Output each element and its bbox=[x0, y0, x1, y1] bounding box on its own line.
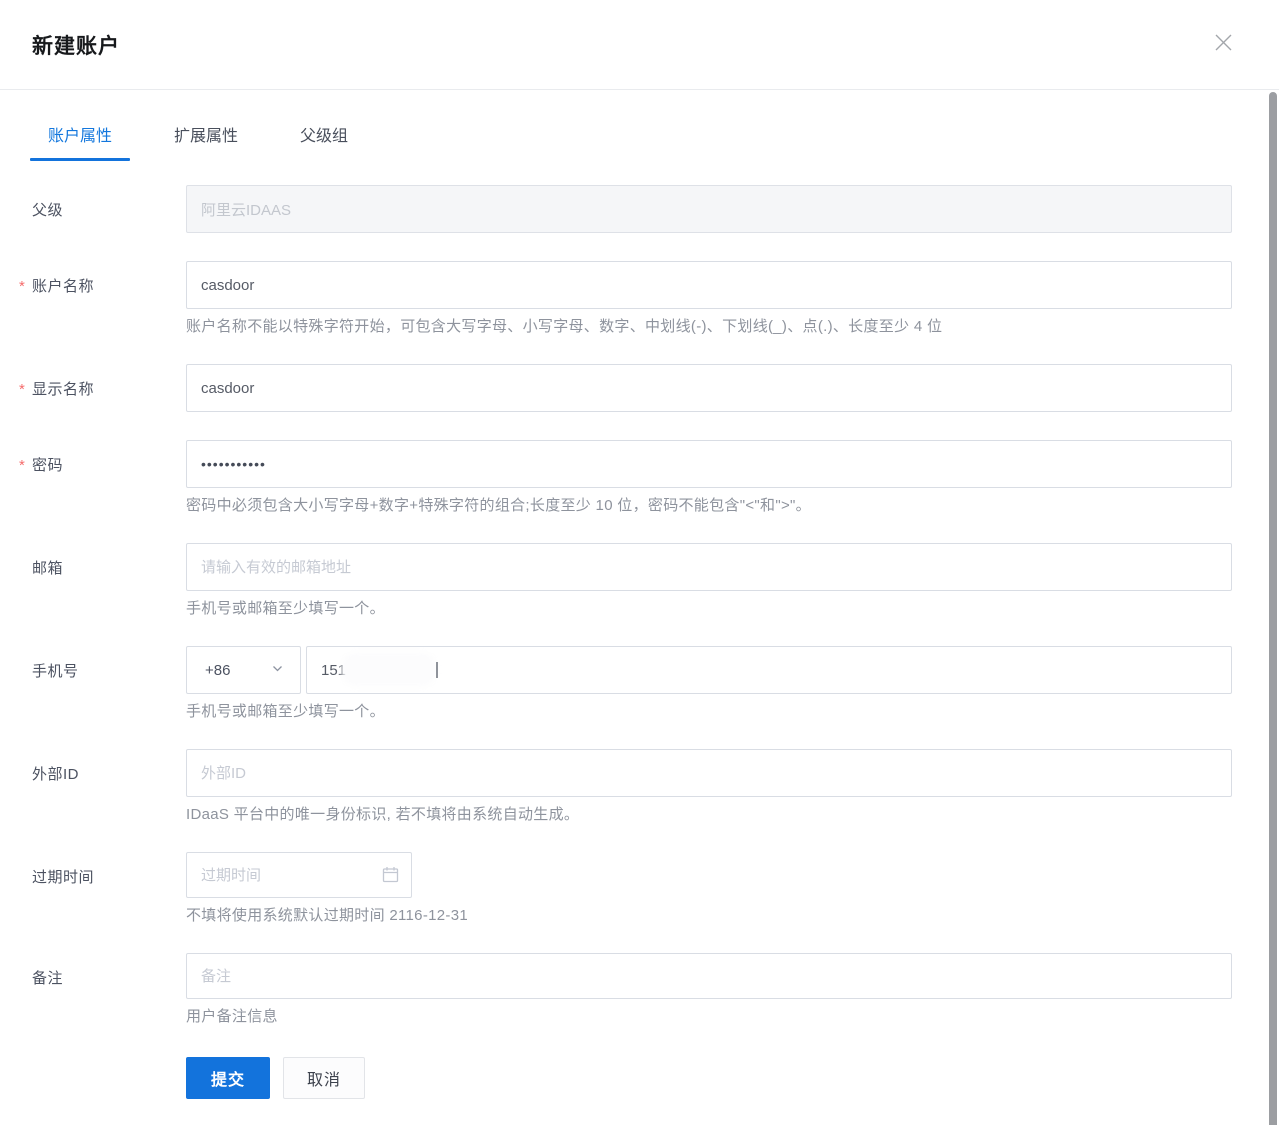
account-name-input[interactable] bbox=[186, 261, 1232, 309]
form-row-display-name: * 显示名称 bbox=[0, 364, 1279, 412]
chevron-down-icon bbox=[271, 662, 284, 679]
country-code-value: +86 bbox=[205, 662, 230, 679]
submit-button[interactable]: 提交 bbox=[186, 1057, 270, 1099]
scrollbar-track[interactable] bbox=[1268, 90, 1278, 1125]
email-help: 手机号或邮箱至少填写一个。 bbox=[186, 599, 1232, 618]
phone-input[interactable] bbox=[306, 646, 1232, 694]
tab-extended-properties[interactable]: 扩展属性 bbox=[156, 114, 256, 161]
email-input[interactable] bbox=[186, 543, 1232, 591]
expire-time-help: 不填将使用系统默认过期时间 2116-12-31 bbox=[186, 906, 1232, 925]
close-icon bbox=[1214, 33, 1233, 57]
phone-label: 手机号 bbox=[0, 646, 186, 721]
form-row-account-name: * 账户名称 账户名称不能以特殊字符开始，可包含大写字母、小写字母、数字、中划线… bbox=[0, 261, 1279, 336]
display-name-label: * 显示名称 bbox=[0, 364, 186, 412]
close-button[interactable] bbox=[1211, 33, 1235, 57]
form-row-remark: 备注 用户备注信息 bbox=[0, 953, 1279, 1026]
account-name-help: 账户名称不能以特殊字符开始，可包含大写字母、小写字母、数字、中划线(-)、下划线… bbox=[186, 317, 1232, 336]
form-row-external-id: 外部ID IDaaS 平台中的唯一身份标识, 若不填将由系统自动生成。 bbox=[0, 749, 1279, 824]
scrollbar-thumb[interactable] bbox=[1269, 92, 1277, 1125]
remark-input[interactable] bbox=[186, 953, 1232, 999]
parent-input bbox=[186, 185, 1232, 233]
modal-header: 新建账户 bbox=[0, 0, 1279, 90]
remark-label: 备注 bbox=[0, 953, 186, 1026]
modal-title: 新建账户 bbox=[32, 30, 120, 60]
form-row-expire-time: 过期时间 不填将使用系统默认过期时间 2116-12-31 bbox=[0, 852, 1279, 925]
tab-bar: 账户属性 扩展属性 父级组 bbox=[30, 114, 1279, 161]
parent-label: 父级 bbox=[0, 185, 186, 233]
remark-help: 用户备注信息 bbox=[186, 1007, 1232, 1026]
display-name-input[interactable] bbox=[186, 364, 1232, 412]
country-code-select[interactable]: +86 bbox=[186, 646, 301, 694]
tab-account-properties[interactable]: 账户属性 bbox=[30, 114, 130, 161]
new-account-form: 父级 * 账户名称 账户名称不能以特殊字符开始，可包含大写字母、小写字母、数字、… bbox=[0, 185, 1279, 1099]
form-actions: 提交 取消 bbox=[186, 1057, 1279, 1099]
phone-help: 手机号或邮箱至少填写一个。 bbox=[186, 702, 1232, 721]
required-marker: * bbox=[19, 278, 25, 295]
password-help: 密码中必须包含大小写字母+数字+特殊字符的组合;长度至少 10 位，密码不能包含… bbox=[186, 496, 1232, 515]
password-label: * 密码 bbox=[0, 440, 186, 515]
cancel-button[interactable]: 取消 bbox=[283, 1057, 365, 1099]
external-id-input[interactable] bbox=[186, 749, 1232, 797]
external-id-label: 外部ID bbox=[0, 749, 186, 824]
tab-parent-group[interactable]: 父级组 bbox=[282, 114, 366, 161]
required-marker: * bbox=[19, 381, 25, 398]
form-row-password: * 密码 密码中必须包含大小写字母+数字+特殊字符的组合;长度至少 10 位，密… bbox=[0, 440, 1279, 515]
account-name-label: * 账户名称 bbox=[0, 261, 186, 336]
form-row-phone: 手机号 +86 手机号或邮箱至少填写一个。 bbox=[0, 646, 1279, 721]
form-row-parent: 父级 bbox=[0, 185, 1279, 233]
password-input[interactable] bbox=[186, 440, 1232, 488]
external-id-help: IDaaS 平台中的唯一身份标识, 若不填将由系统自动生成。 bbox=[186, 805, 1232, 824]
required-marker: * bbox=[19, 457, 25, 474]
email-label: 邮箱 bbox=[0, 543, 186, 618]
form-row-email: 邮箱 手机号或邮箱至少填写一个。 bbox=[0, 543, 1279, 618]
expire-time-input[interactable] bbox=[186, 852, 412, 898]
expire-time-label: 过期时间 bbox=[0, 852, 186, 925]
